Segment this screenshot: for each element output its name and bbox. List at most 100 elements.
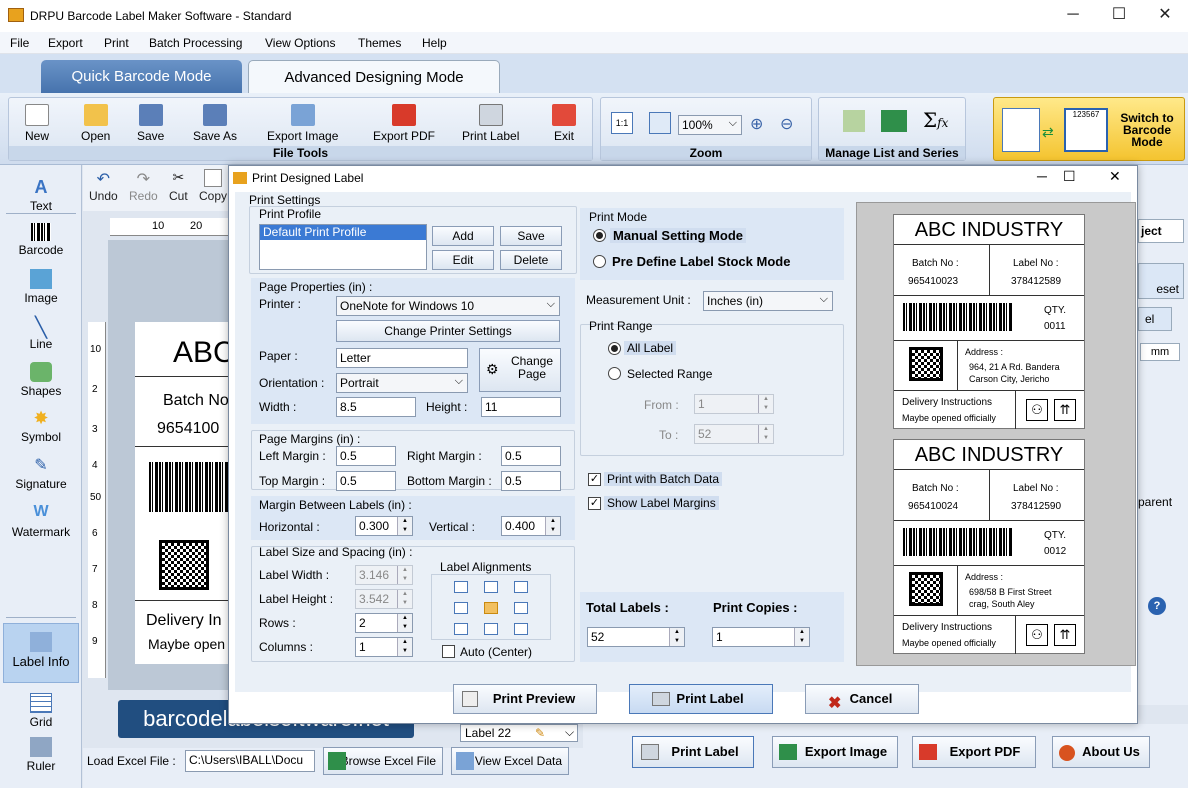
total-labels-spinner[interactable]: 52 xyxy=(587,627,685,647)
switch-to-barcode-mode-button[interactable]: ⇄ 123567 Switch to Barcode Mode xyxy=(993,97,1185,161)
export-image-button[interactable]: Export Image xyxy=(267,104,338,143)
horizontal-spinner[interactable]: 0.300 xyxy=(355,516,413,536)
zoom-out-icon[interactable]: ⊖ xyxy=(780,114,793,134)
export-pdf-button[interactable]: Export PDF xyxy=(373,104,435,143)
measurement-unit-select[interactable]: Inches (in) xyxy=(703,290,833,311)
save-button[interactable]: Save xyxy=(137,104,164,143)
excel-icon[interactable] xyxy=(881,110,907,132)
left-margin-input[interactable]: 0.5 xyxy=(336,446,396,466)
add-profile-button[interactable]: Add xyxy=(432,226,494,246)
edit-list-icon[interactable] xyxy=(843,110,865,132)
menu-help[interactable]: Help xyxy=(422,36,447,50)
excel-path-input[interactable]: C:\Users\IBALL\Docu xyxy=(185,750,315,772)
label-select[interactable]: Label 22 ✎ ⌵ xyxy=(460,724,578,742)
columns-spinner[interactable]: 1 xyxy=(355,637,413,657)
help-icon[interactable]: ? xyxy=(1148,597,1166,615)
all-label-radio[interactable] xyxy=(608,342,621,355)
profile-list[interactable]: Default Print Profile xyxy=(259,224,427,270)
save-as-button[interactable]: Save As xyxy=(193,104,237,143)
to-spinner[interactable]: 52 xyxy=(694,424,774,444)
series-icon[interactable]: Σfx xyxy=(923,108,948,132)
actual-size-icon[interactable]: 1:1 xyxy=(611,112,633,134)
orientation-select[interactable]: Portrait xyxy=(336,372,468,393)
watermark-tool[interactable]: W Watermark xyxy=(3,503,79,539)
export-image-bottom-button[interactable]: Export Image xyxy=(772,736,898,768)
cut-button[interactable]: ✂ Cut xyxy=(169,169,188,203)
from-spinner[interactable]: 1 xyxy=(694,394,774,414)
align-top-right-icon[interactable] xyxy=(514,581,528,593)
vertical-spinner[interactable]: 0.400 xyxy=(501,516,561,536)
print-preview-button[interactable]: Print Preview xyxy=(453,684,597,714)
height-input[interactable]: 11 xyxy=(481,397,561,417)
copy-button[interactable]: Copy xyxy=(199,169,227,203)
printer-select[interactable]: OneNote for Windows 10 xyxy=(336,295,560,316)
line-tool[interactable]: ╲ Line xyxy=(3,315,79,351)
undo-button[interactable]: ↶ Undo xyxy=(89,169,118,203)
view-excel-button[interactable]: View Excel Data xyxy=(451,747,569,775)
tab-quick-barcode-mode[interactable]: Quick Barcode Mode xyxy=(41,60,242,93)
tab-advanced-designing-mode[interactable]: Advanced Designing Mode xyxy=(248,60,500,93)
width-input[interactable]: 8.5 xyxy=(336,397,416,417)
align-middle-right-icon[interactable] xyxy=(514,602,528,614)
show-margins-checkbox[interactable]: ✓ xyxy=(588,497,601,510)
rows-spinner[interactable]: 2 xyxy=(355,613,413,633)
label-height-spinner[interactable]: 3.542 xyxy=(355,589,413,609)
align-bottom-right-icon[interactable] xyxy=(514,623,528,635)
predefine-mode-radio[interactable] xyxy=(593,255,606,268)
barcode-tool[interactable]: Barcode xyxy=(3,223,79,257)
minimize-button[interactable]: ─ xyxy=(1050,0,1096,32)
close-button[interactable]: ✕ xyxy=(1142,0,1188,32)
bottom-margin-input[interactable]: 0.5 xyxy=(501,471,561,491)
image-tool[interactable]: Image xyxy=(3,269,79,305)
export-pdf-bottom-button[interactable]: Export PDF xyxy=(912,736,1036,768)
signature-tool[interactable]: ✎ Signature xyxy=(3,455,79,491)
delete-profile-button[interactable]: Delete xyxy=(500,250,562,270)
text-tool[interactable]: A Text xyxy=(3,177,79,213)
print-label-dialog-button[interactable]: Print Label xyxy=(629,684,773,714)
menu-themes[interactable]: Themes xyxy=(358,36,401,50)
menu-file[interactable]: File xyxy=(10,36,29,50)
top-margin-input[interactable]: 0.5 xyxy=(336,471,396,491)
maximize-button[interactable]: ☐ xyxy=(1096,0,1142,32)
exit-button[interactable]: Exit xyxy=(552,104,576,143)
object-tab[interactable]: ject xyxy=(1138,219,1184,243)
cancel-el-button[interactable]: el xyxy=(1138,307,1172,331)
reset-button[interactable]: eset xyxy=(1138,263,1184,299)
label-info-tool[interactable]: Label Info xyxy=(3,623,79,683)
align-bottom-center-icon[interactable] xyxy=(484,623,498,635)
menu-view-options[interactable]: View Options xyxy=(265,36,335,50)
align-top-center-icon[interactable] xyxy=(484,581,498,593)
fit-to-window-icon[interactable] xyxy=(649,112,671,134)
profile-item[interactable]: Default Print Profile xyxy=(260,225,426,240)
ruler-tool[interactable]: Ruler xyxy=(3,737,79,773)
change-printer-settings-button[interactable]: Change Printer Settings xyxy=(336,320,560,342)
paper-input[interactable]: Letter xyxy=(336,348,468,368)
unit-mm[interactable]: mm xyxy=(1140,343,1180,361)
print-batch-checkbox[interactable]: ✓ xyxy=(588,473,601,486)
save-profile-button[interactable]: Save xyxy=(500,226,562,246)
new-button[interactable]: New xyxy=(25,104,49,143)
about-us-button[interactable]: About Us xyxy=(1052,736,1150,768)
browse-excel-button[interactable]: Browse Excel File xyxy=(323,747,443,775)
print-label-button[interactable]: Print Label xyxy=(632,736,754,768)
redo-button[interactable]: ↷ Redo xyxy=(129,169,158,203)
manual-mode-radio[interactable] xyxy=(593,229,606,242)
cancel-button[interactable]: ✖ Cancel xyxy=(805,684,919,714)
label-width-spinner[interactable]: 3.146 xyxy=(355,565,413,585)
print-label-toolbar-button[interactable]: Print Label xyxy=(462,104,519,143)
menu-batch-processing[interactable]: Batch Processing xyxy=(149,36,242,50)
edit-profile-button[interactable]: Edit xyxy=(432,250,494,270)
grid-tool[interactable]: Grid xyxy=(3,693,79,729)
open-button[interactable]: Open xyxy=(81,104,110,143)
selected-range-radio[interactable] xyxy=(608,367,621,380)
symbol-tool[interactable]: ✸ Symbol xyxy=(3,408,79,444)
auto-center-checkbox[interactable] xyxy=(442,645,455,658)
shapes-tool[interactable]: Shapes xyxy=(3,362,79,398)
align-top-left-icon[interactable] xyxy=(454,581,468,593)
change-page-button[interactable]: ⚙ Change Page xyxy=(479,348,561,392)
align-middle-left-icon[interactable] xyxy=(454,602,468,614)
dialog-minimize-button[interactable]: ─ xyxy=(1037,168,1047,184)
right-margin-input[interactable]: 0.5 xyxy=(501,446,561,466)
dialog-maximize-button[interactable]: ☐ xyxy=(1063,168,1076,185)
dialog-close-button[interactable]: ✕ xyxy=(1109,168,1121,185)
